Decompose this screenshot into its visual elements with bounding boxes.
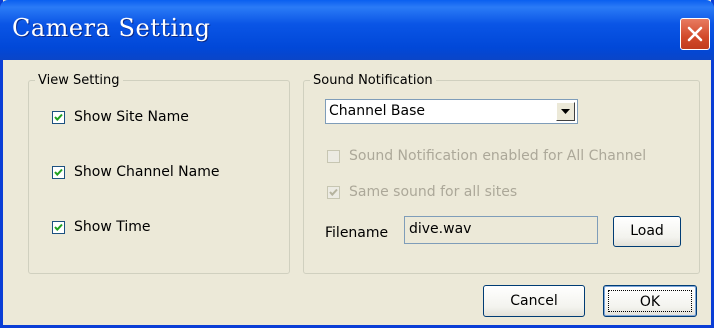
same-sound-option[interactable]: Same sound for all sites — [327, 183, 517, 201]
close-button[interactable] — [680, 18, 710, 50]
cancel-button[interactable]: Cancel — [483, 285, 585, 317]
show-time-checkbox[interactable] — [52, 220, 65, 234]
all-channel-checkbox[interactable] — [327, 149, 340, 163]
notification-mode-value: Channel Base — [329, 103, 426, 119]
view-setting-legend: View Setting — [38, 73, 120, 88]
show-site-name-checkbox[interactable] — [52, 110, 65, 124]
ok-button-label: OK — [608, 290, 692, 312]
chevron-down-icon — [561, 109, 570, 114]
notification-mode-select[interactable]: Channel Base — [325, 99, 578, 124]
show-channel-name-label: Show Channel Name — [74, 164, 220, 180]
close-icon — [687, 26, 703, 42]
show-site-name-option[interactable]: Show Site Name — [52, 108, 189, 126]
show-channel-name-option[interactable]: Show Channel Name — [52, 163, 219, 181]
sound-notification-legend: Sound Notification — [313, 73, 433, 88]
all-channel-label: Sound Notification enabled for All Chann… — [349, 148, 647, 164]
checkmark-icon — [54, 223, 63, 231]
same-sound-label: Same sound for all sites — [349, 184, 518, 200]
show-site-name-label: Show Site Name — [74, 109, 189, 125]
show-channel-name-checkbox[interactable] — [52, 165, 65, 179]
dialog-title: Camera Setting — [12, 14, 211, 42]
checkmark-icon — [54, 168, 63, 176]
title-bar[interactable]: Camera Setting — [0, 0, 714, 60]
show-time-label: Show Time — [74, 219, 151, 235]
dropdown-button[interactable] — [556, 102, 575, 121]
all-channel-option[interactable]: Sound Notification enabled for All Chann… — [327, 147, 646, 165]
filename-label: Filename — [325, 225, 389, 241]
checkmark-icon — [329, 188, 338, 196]
show-time-option[interactable]: Show Time — [52, 218, 151, 236]
checkmark-icon — [54, 113, 63, 121]
load-button[interactable]: Load — [613, 216, 681, 247]
filename-field[interactable]: dive.wav — [404, 216, 598, 244]
ok-button[interactable]: OK — [603, 285, 697, 317]
same-sound-checkbox[interactable] — [327, 185, 340, 199]
